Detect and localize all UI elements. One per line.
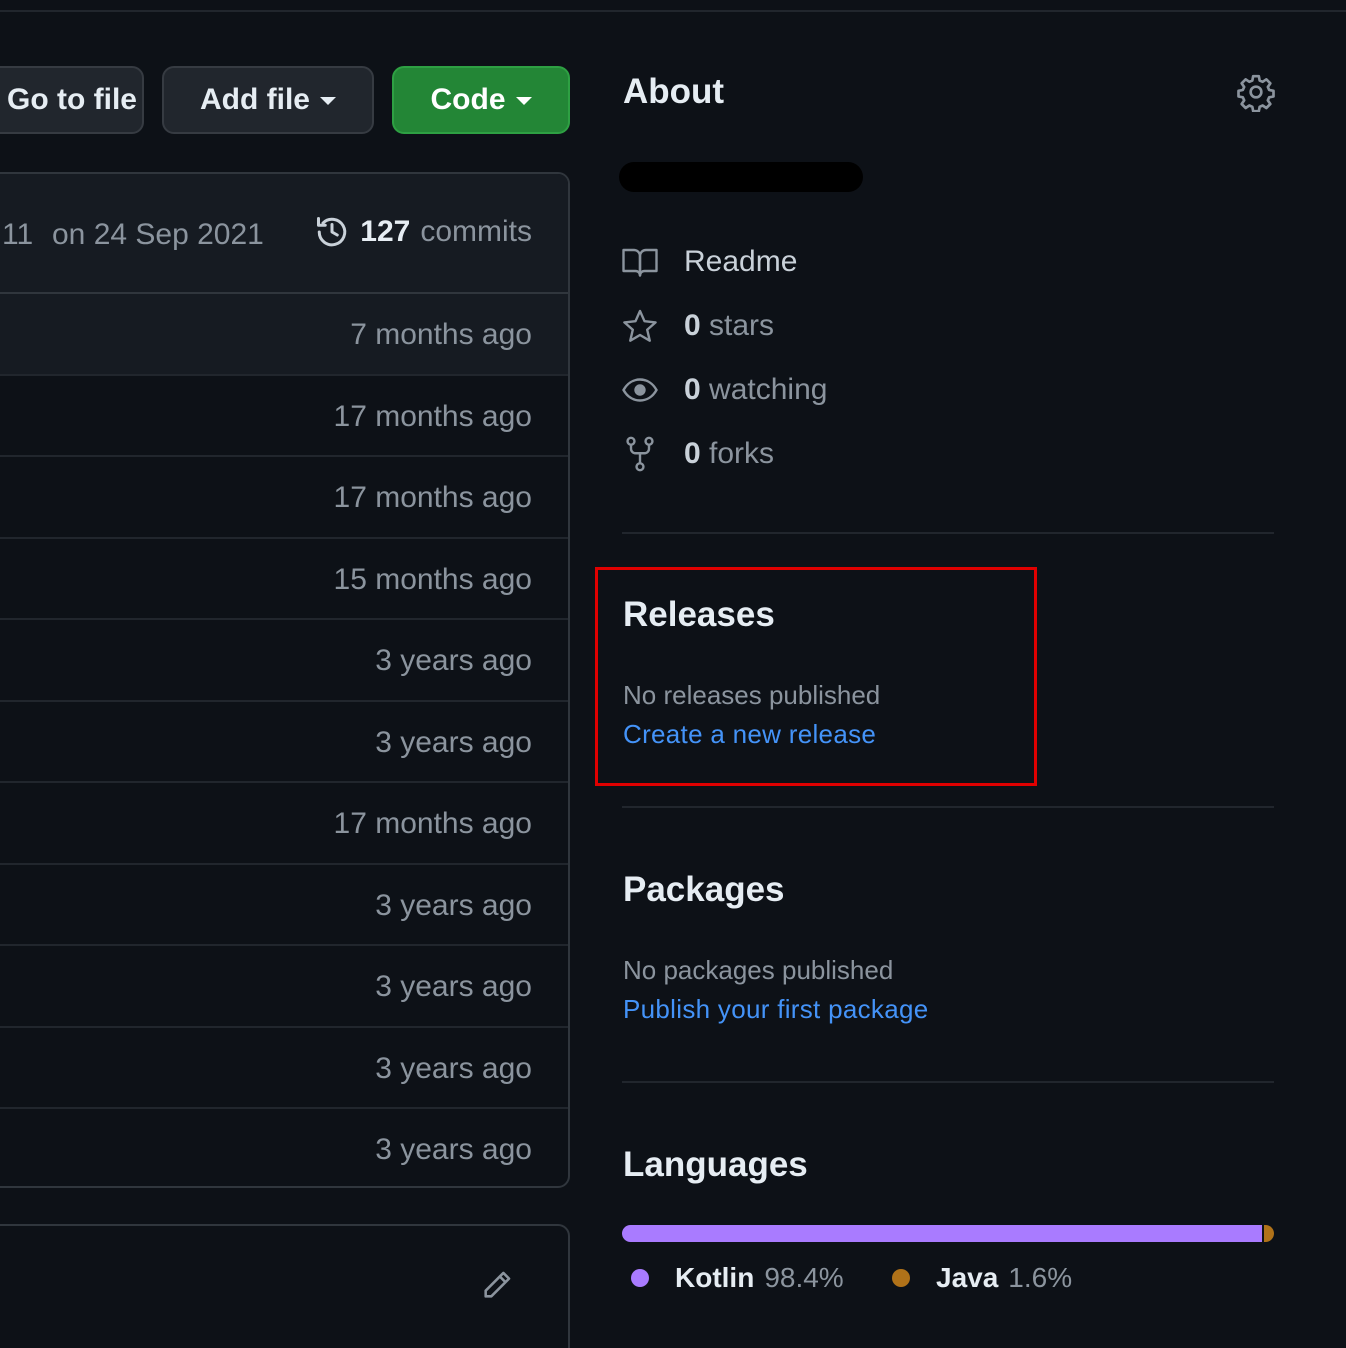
watching-count: 0 — [684, 373, 701, 406]
commit-date: on 24 Sep 2021 — [52, 218, 264, 251]
star-icon — [623, 309, 657, 342]
section-divider — [622, 806, 1274, 808]
language-bar-kotlin — [622, 1225, 1262, 1242]
file-row-age: 15 months ago — [333, 562, 532, 596]
pencil-icon[interactable] — [480, 1268, 514, 1302]
book-icon — [622, 248, 658, 277]
file-row-age: 3 years ago — [375, 888, 532, 922]
kotlin-dot-icon — [631, 1269, 649, 1287]
file-row-age: 3 years ago — [375, 644, 532, 677]
file-row-age: 3 years ago — [375, 1051, 532, 1085]
latest-commit-bar: 11 on 24 Sep 2021 127 commits — [0, 174, 568, 294]
add-file-label: Add file — [200, 83, 310, 116]
forks-link[interactable]: 0 forks — [622, 436, 774, 472]
forks-label: forks — [709, 437, 775, 470]
add-file-button[interactable]: Add file — [162, 66, 374, 134]
stars-count: 0 — [684, 309, 701, 342]
watching-label: watching — [709, 373, 828, 406]
commit-hash[interactable]: 11 — [2, 218, 33, 252]
no-packages-text: No packages published — [623, 955, 894, 985]
file-row[interactable]: 17 months ago — [0, 783, 568, 865]
top-divider — [0, 10, 1346, 12]
file-row-age: 17 months ago — [333, 807, 532, 840]
language-java[interactable]: Java 1.6% — [892, 1262, 1072, 1294]
language-bar-java — [1263, 1225, 1274, 1242]
file-row-age: 7 months ago — [350, 318, 532, 351]
stars-label: stars — [709, 309, 775, 342]
watching-link[interactable]: 0 watching — [622, 372, 827, 408]
section-divider — [622, 532, 1274, 534]
publish-package-link[interactable]: Publish your first package — [623, 994, 929, 1025]
file-row[interactable]: 3 years ago — [0, 946, 568, 1028]
language-percent: 98.4% — [764, 1262, 844, 1293]
eye-icon — [622, 378, 658, 402]
file-row[interactable]: 3 years ago — [0, 1109, 568, 1186]
caret-down-icon — [320, 97, 336, 105]
language-percent: 1.6% — [1008, 1262, 1073, 1293]
file-row[interactable]: 15 months ago — [0, 539, 568, 620]
language-name: Java — [936, 1262, 999, 1293]
code-button[interactable]: Code — [392, 66, 570, 134]
file-row-age: 17 months ago — [333, 481, 532, 514]
java-dot-icon — [892, 1269, 910, 1287]
section-divider — [622, 1081, 1274, 1083]
commit-count: 127 — [360, 215, 411, 248]
no-releases-text: No releases published — [623, 680, 881, 710]
file-row[interactable]: 7 months ago — [0, 294, 568, 376]
caret-down-icon — [515, 97, 532, 105]
commits-link[interactable]: 127 commits — [314, 214, 532, 250]
file-row[interactable]: 3 years ago — [0, 865, 568, 946]
readme-label: Readme — [684, 245, 798, 278]
forks-count: 0 — [684, 437, 701, 470]
language-name: Kotlin — [675, 1262, 755, 1293]
language-kotlin[interactable]: Kotlin 98.4% — [631, 1262, 844, 1294]
packages-title[interactable]: Packages — [623, 870, 785, 910]
code-label: Code — [430, 83, 506, 116]
history-icon — [317, 217, 347, 247]
go-to-file-button[interactable]: Go to file — [0, 66, 144, 134]
gear-icon[interactable] — [1236, 72, 1276, 112]
language-bar — [622, 1225, 1274, 1242]
go-to-file-label: Go to file — [7, 83, 137, 116]
file-row[interactable]: 3 years ago — [0, 1028, 568, 1109]
redacted-description — [619, 162, 863, 192]
file-row[interactable]: 17 months ago — [0, 457, 568, 539]
file-row-age: 3 years ago — [375, 970, 532, 1003]
releases-title[interactable]: Releases — [623, 595, 775, 635]
languages-title: Languages — [623, 1145, 808, 1184]
file-rows: 7 months ago 17 months ago 17 months ago 15… — [0, 294, 568, 1186]
commits-label: commits — [420, 215, 532, 248]
file-row[interactable]: 3 years ago — [0, 702, 568, 783]
file-row-age: 17 months ago — [333, 399, 532, 433]
file-row-age: 3 years ago — [375, 725, 532, 759]
file-row[interactable]: 3 years ago — [0, 620, 568, 702]
about-title: About — [623, 72, 725, 111]
stars-link[interactable]: 0 stars — [622, 308, 774, 344]
readme-link[interactable]: Readme — [622, 244, 797, 280]
fork-icon — [626, 436, 654, 472]
create-release-link[interactable]: Create a new release — [623, 719, 876, 750]
file-row[interactable]: 17 months ago — [0, 376, 568, 457]
file-list: 11 on 24 Sep 2021 127 commits 7 months a… — [0, 172, 570, 1188]
file-row-age: 3 years ago — [375, 1133, 532, 1166]
